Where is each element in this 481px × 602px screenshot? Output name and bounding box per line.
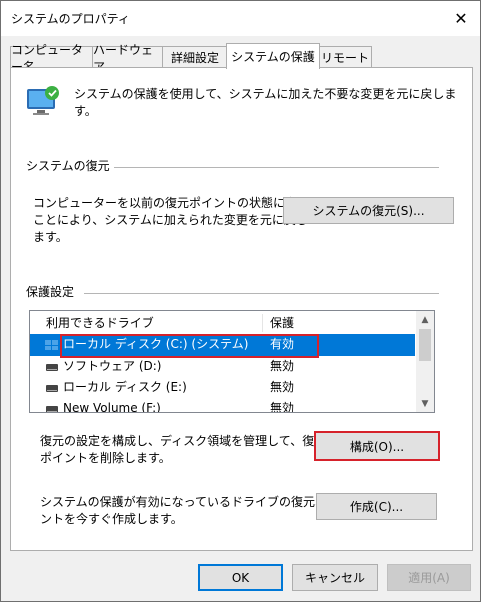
hard-drive-icon xyxy=(46,385,58,392)
configure-desc-1: 復元の設定を構成し、ディスク領域を管理して、復元 xyxy=(40,434,327,448)
scroll-thumb[interactable] xyxy=(419,329,431,361)
drive-row-e[interactable]: ローカル ディスク (E:) 無効 xyxy=(30,377,415,399)
system-properties-dialog: システムのプロパティ ✕ コンピューター名 ハードウェア 詳細設定 システムの保… xyxy=(0,0,481,602)
configure-desc-2: ポイントを削除します。 xyxy=(40,451,171,465)
create-desc-2: ントを今すぐ作成します。 xyxy=(40,512,183,526)
cancel-button[interactable]: キャンセル xyxy=(292,564,378,591)
column-header-drive[interactable]: 利用できるドライブ xyxy=(46,313,154,333)
drives-scrollbar[interactable]: ▲ ▼ xyxy=(416,311,434,412)
restore-desc-3: ます。 xyxy=(33,230,68,244)
scroll-down-icon[interactable]: ▼ xyxy=(416,395,434,412)
windows-drive-icon xyxy=(45,340,59,350)
hard-drive-icon xyxy=(46,364,58,371)
drive-status: 無効 xyxy=(270,401,295,413)
column-header-protection[interactable]: 保護 xyxy=(270,313,294,333)
drive-status: 無効 xyxy=(270,380,295,394)
column-divider xyxy=(262,314,263,332)
system-restore-button[interactable]: システムの復元(S)... xyxy=(283,197,454,224)
create-button[interactable]: 作成(C)... xyxy=(316,493,437,520)
drive-name: ローカル ディスク (E:) xyxy=(63,380,187,394)
intro-line-2: す。 xyxy=(74,104,97,118)
drive-row-d[interactable]: ソフトウェア (D:) 無効 xyxy=(30,356,415,378)
restore-desc-2: ことにより、システムに加えられた変更を元に戻し xyxy=(33,213,308,227)
protection-separator xyxy=(84,293,439,294)
drive-row-f[interactable]: New Volume (F:) 無効 xyxy=(30,398,415,413)
restore-heading: システムの復元 xyxy=(26,159,110,173)
drive-name: New Volume (F:) xyxy=(63,401,161,413)
scroll-up-icon[interactable]: ▲ xyxy=(416,311,434,328)
selected-drive-highlight xyxy=(60,334,319,358)
configure-button[interactable]: 構成(O)... xyxy=(314,431,440,461)
panel-content: システムの保護を使用して、システムに加えた不要な変更を元に戻しま す。 システム… xyxy=(1,1,480,601)
apply-button[interactable]: 適用(A) xyxy=(387,564,471,591)
intro-line-1: システムの保護を使用して、システムに加えた不要な変更を元に戻しま xyxy=(74,87,457,101)
drive-name: ソフトウェア (D:) xyxy=(63,359,162,373)
hard-drive-icon xyxy=(46,406,58,412)
ok-button[interactable]: OK xyxy=(198,564,283,591)
drives-list[interactable]: 利用できるドライブ 保護 ローカル ディスク (C:) (システム) 有効 ソフ… xyxy=(29,310,435,413)
restore-separator xyxy=(114,167,439,168)
system-protection-icon xyxy=(27,86,59,115)
create-desc-1: システムの保護が有効になっているドライブの復元ポイ xyxy=(40,495,340,509)
protection-heading: 保護設定 xyxy=(26,285,75,299)
drive-status: 無効 xyxy=(270,359,295,373)
restore-desc-1: コンピューターを以前の復元ポイントの状態に戻す xyxy=(33,196,310,210)
